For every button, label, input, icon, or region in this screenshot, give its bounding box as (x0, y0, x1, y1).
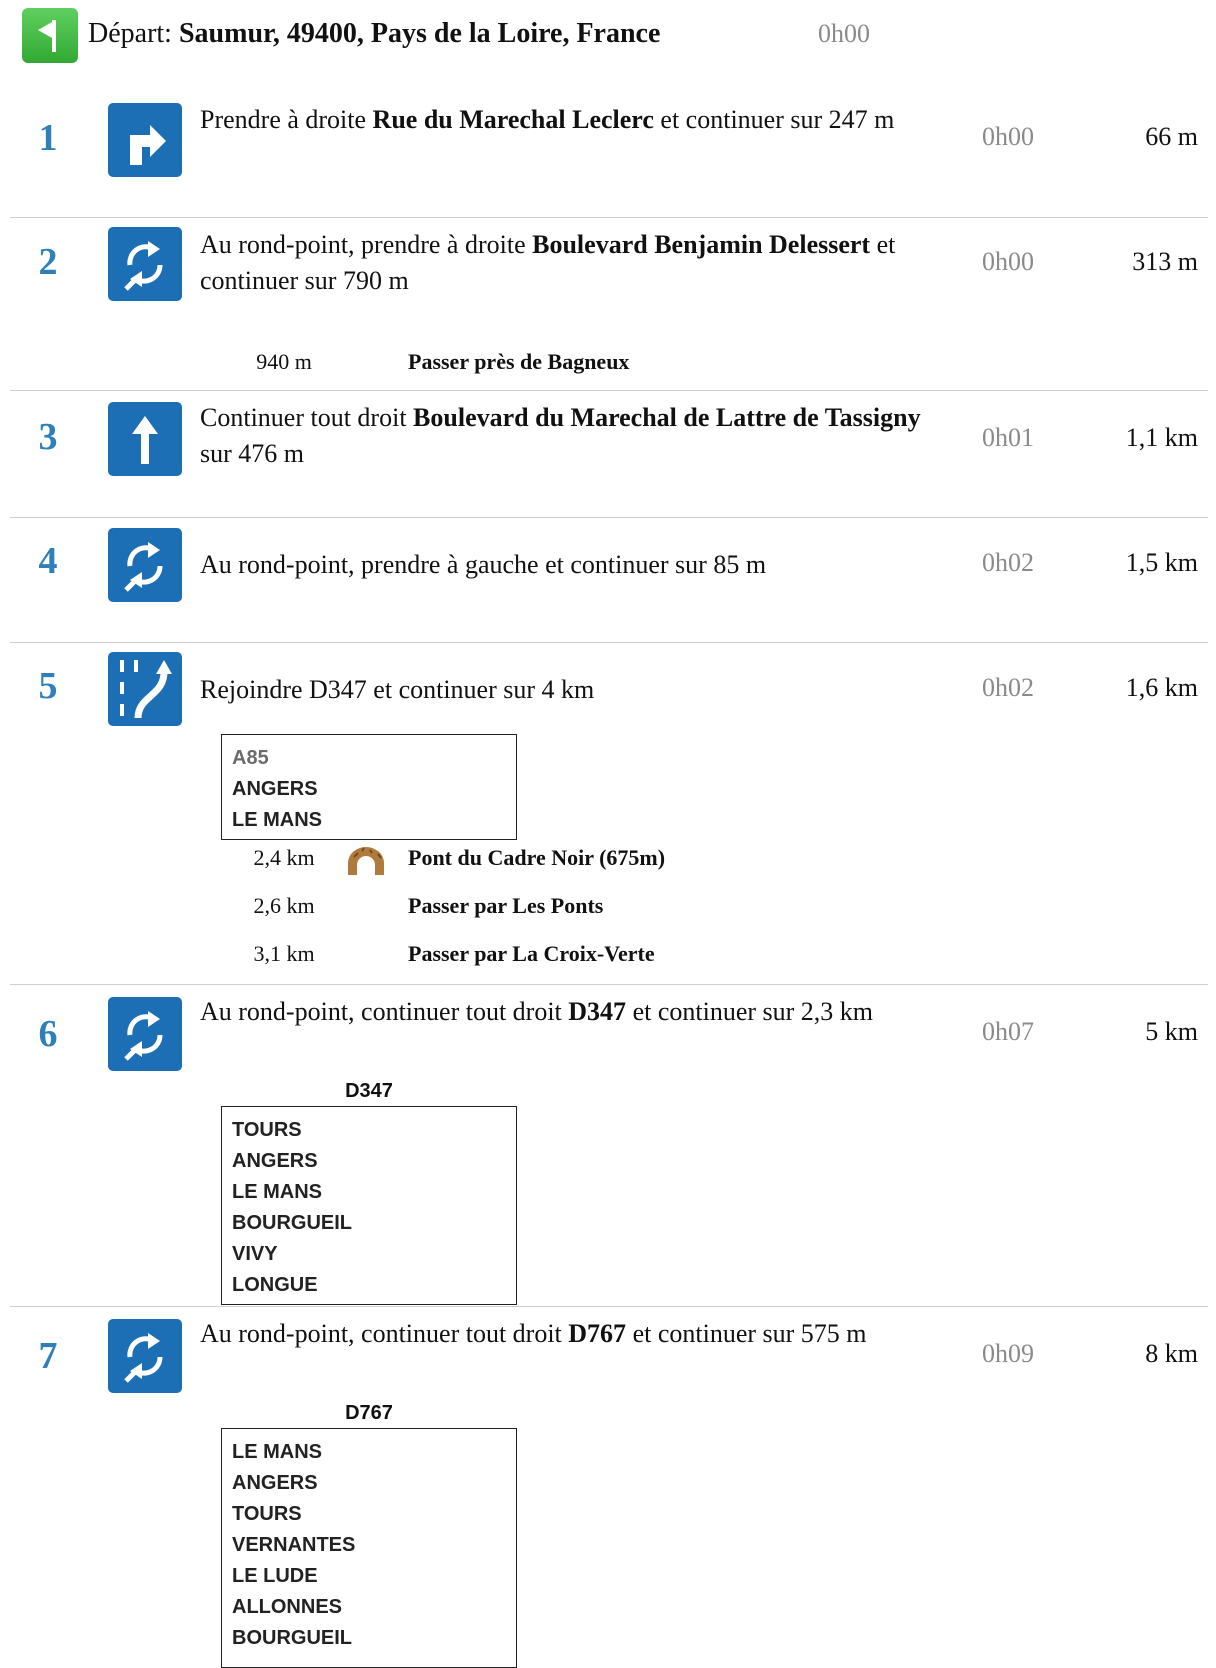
flag-icon (22, 8, 78, 63)
sign-destination: ANGERS (232, 1150, 318, 1172)
step-number: 2 (38, 241, 58, 283)
step-distance: 66 m (1145, 122, 1198, 151)
sign-destination: TOURS (232, 1119, 302, 1141)
step-number: 3 (38, 416, 58, 458)
separator (10, 642, 1208, 643)
step-distance: 313 m (1132, 247, 1198, 276)
sign-destination: ANGERS (232, 1472, 318, 1494)
instruction-text: et continuer sur 247 m (653, 105, 895, 134)
sign-road-number: D347 (345, 1080, 393, 1102)
road-sign: A85 ANGERS LE MANS (221, 734, 517, 840)
step-number: 7 (38, 1335, 58, 1377)
instruction-text: et continuer sur 575 m (626, 1319, 867, 1348)
waypoint-text: Passer par Les Ponts (408, 893, 604, 918)
step-time: 0h01 (982, 423, 1034, 452)
sign-destination: LE LUDE (232, 1565, 318, 1587)
departure-time: 0h00 (818, 19, 870, 48)
instruction-text: Au rond-point, continuer tout droit (200, 1319, 569, 1348)
instruction-text: Au rond-point, prendre à droite (200, 230, 533, 259)
step-number: 5 (38, 665, 58, 707)
step-distance: 1,5 km (1125, 548, 1198, 577)
turn-right-icon (108, 103, 182, 177)
sign-destination: LONGUE (232, 1274, 318, 1296)
sign-destination: BOURGUEIL (232, 1627, 352, 1649)
instruction-text: Au rond-point, prendre à gauche et conti… (200, 550, 767, 579)
tunnel-icon (346, 845, 386, 877)
step-time: 0h02 (982, 548, 1034, 577)
sign-road-number: D767 (345, 1402, 393, 1424)
sign-destination: BOURGUEIL (232, 1212, 352, 1234)
road-name: Rue du Marechal Leclerc (372, 105, 654, 134)
waypoint-distance: 2,4 km (253, 845, 315, 870)
step-distance: 8 km (1145, 1339, 1198, 1368)
step-time: 0h07 (982, 1017, 1034, 1046)
sign-destination: LE MANS (232, 1181, 322, 1203)
road-name: D347 (568, 997, 627, 1026)
sign-destination: LE MANS (232, 1441, 322, 1463)
road-sign: LE MANS ANGERS TOURS VERNANTES LE LUDE A… (221, 1428, 517, 1668)
separator (10, 390, 1208, 391)
waypoint-distance: 3,1 km (253, 941, 315, 966)
roundabout-icon (108, 528, 182, 602)
waypoint-text: Passer près de Bagneux (408, 349, 630, 374)
road-name: Boulevard du Marechal de Lattre de Tassi… (413, 403, 921, 432)
step-distance: 1,6 km (1125, 673, 1198, 702)
step-distance: 1,1 km (1125, 423, 1198, 452)
waypoint-text: Passer par La Croix-Verte (408, 941, 655, 966)
sign-destination: VERNANTES (232, 1534, 356, 1556)
instruction-text: Prendre à droite (200, 105, 373, 134)
separator (10, 984, 1208, 985)
step-time: 0h02 (982, 673, 1034, 702)
separator (10, 1306, 1208, 1307)
step-instruction: Continuer tout droit Boulevard du Marech… (200, 400, 935, 472)
road-name: Boulevard Benjamin Delessert (532, 230, 871, 259)
merge-icon (108, 652, 182, 726)
step-instruction: Au rond-point, prendre à gauche et conti… (200, 547, 935, 583)
sign-destination: TOURS (232, 1503, 302, 1525)
sign-destination: VIVY (232, 1243, 278, 1265)
roundabout-icon (108, 227, 182, 301)
step-instruction: Au rond-point, prendre à droite Boulevar… (200, 227, 935, 299)
instruction-text: Au rond-point, continuer tout droit (200, 997, 569, 1026)
separator (10, 217, 1208, 218)
roundabout-icon (108, 997, 182, 1071)
departure-line: Départ: Saumur, 49400, Pays de la Loire,… (88, 18, 660, 50)
step-time: 0h00 (982, 247, 1034, 276)
step-number: 1 (38, 117, 58, 159)
straight-ahead-icon (108, 402, 182, 476)
step-instruction: Au rond-point, continuer tout droit D767… (200, 1316, 935, 1352)
sign-destination: ALLONNES (232, 1596, 342, 1618)
step-distance: 5 km (1145, 1017, 1198, 1046)
departure-place: Saumur, 49400, Pays de la Loire, France (178, 18, 661, 49)
sign-destination: LE MANS (232, 809, 322, 831)
sign-route-ref: A85 (232, 747, 269, 769)
instruction-text: sur 476 m (200, 439, 304, 468)
instruction-text: et continuer sur 2,3 km (626, 997, 874, 1026)
instruction-text: Rejoindre D347 et continuer sur 4 km (200, 675, 595, 704)
waypoint-distance: 940 m (256, 349, 312, 374)
sign-destination: ANGERS (232, 778, 318, 800)
roundabout-icon (108, 1319, 182, 1393)
step-instruction: Prendre à droite Rue du Marechal Leclerc… (200, 102, 935, 138)
step-instruction: Au rond-point, continuer tout droit D347… (200, 994, 935, 1030)
waypoint-text: Pont du Cadre Noir (675m) (408, 845, 666, 870)
road-name: D767 (568, 1319, 627, 1348)
step-number: 4 (38, 540, 58, 582)
separator (10, 517, 1208, 518)
step-time: 0h09 (982, 1339, 1034, 1368)
road-sign: TOURS ANGERS LE MANS BOURGUEIL VIVY LONG… (221, 1106, 517, 1305)
waypoint-distance: 2,6 km (253, 893, 315, 918)
instruction-text: Continuer tout droit (200, 403, 414, 432)
step-instruction: Rejoindre D347 et continuer sur 4 km (200, 672, 935, 708)
departure-label: Départ: (88, 18, 172, 49)
step-time: 0h00 (982, 122, 1034, 151)
step-number: 6 (38, 1013, 58, 1055)
